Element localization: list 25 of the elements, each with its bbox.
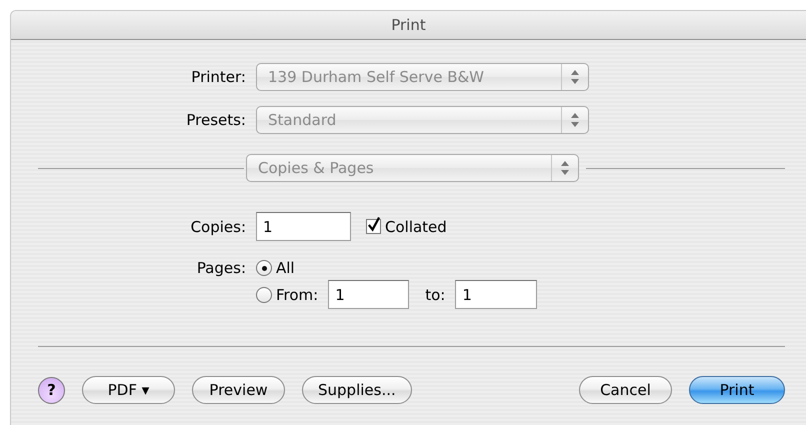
field-label: Pages: [196, 259, 247, 277]
field-label: Copies: [190, 218, 247, 236]
up-down-arrow-icon [571, 113, 579, 127]
checkbox-label: Collated [385, 218, 447, 236]
input-field[interactable]: 1 [455, 280, 538, 309]
radio-button[interactable] [256, 260, 272, 276]
up-down-arrow-icon [571, 70, 579, 84]
button[interactable]: Supplies... [302, 376, 412, 404]
button[interactable]: Preview [192, 376, 285, 404]
button[interactable]: PDF ▾ [82, 376, 175, 404]
radio-label: All [276, 259, 295, 277]
checkmark-icon [367, 216, 380, 232]
field-label: Presets: [185, 111, 247, 129]
input-field[interactable]: 1 [328, 280, 410, 309]
input-field[interactable]: 1 [256, 212, 351, 241]
checkbox[interactable] [366, 219, 381, 234]
radio-button[interactable] [256, 286, 272, 302]
window-title: Print [391, 16, 426, 34]
field-label: Printer: [190, 68, 247, 86]
button[interactable]: Cancel [579, 376, 672, 404]
field-label: to: [425, 286, 446, 304]
up-down-arrow-icon [561, 161, 569, 175]
radio-label: From: [276, 286, 318, 304]
button[interactable]: Print [689, 376, 785, 404]
help-button[interactable]: ? [38, 376, 65, 404]
